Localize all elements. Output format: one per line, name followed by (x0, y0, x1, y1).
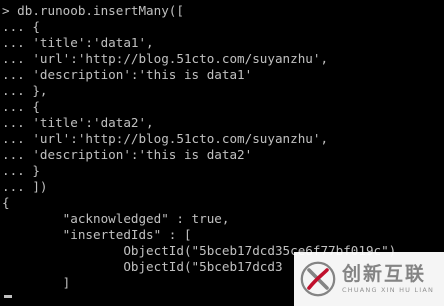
terminal-line: ... 'description':'this is data1' (2, 67, 253, 82)
terminal-line: "insertedIds" : [ (2, 227, 192, 242)
terminal-line: ... { (2, 19, 40, 34)
terminal-line: { (2, 195, 10, 210)
terminal-line: > db.runoob.insertMany([ (2, 3, 184, 18)
swirl-x-logo-icon (300, 261, 336, 297)
terminal-window[interactable]: > db.runoob.insertMany([ ... { ... 'titl… (0, 0, 444, 306)
terminal-line: ... 'url':'http://blog.51cto.com/suyanzh… (2, 51, 329, 66)
watermark-brand-name: 创新互联 (342, 263, 427, 285)
terminal-line: ... 'description':'this is data2' (2, 147, 253, 162)
terminal-line: ... { (2, 99, 40, 114)
terminal-line: ... 'title':'data2', (2, 115, 154, 130)
watermark-brand-pinyin: CHUANG XIN HU LIAN (342, 286, 435, 294)
terminal-line: ... }, (2, 83, 48, 98)
terminal-line: ... ]) (2, 179, 48, 194)
text-cursor (4, 295, 12, 298)
terminal-line: ... 'title':'data1', (2, 35, 154, 50)
terminal-line: ... } (2, 163, 40, 178)
terminal-line: ... 'url':'http://blog.51cto.com/suyanzh… (2, 131, 329, 146)
terminal-line: "acknowledged" : true, (2, 211, 230, 226)
watermark: 创新互联 CHUANG XIN HU LIAN (294, 252, 444, 306)
